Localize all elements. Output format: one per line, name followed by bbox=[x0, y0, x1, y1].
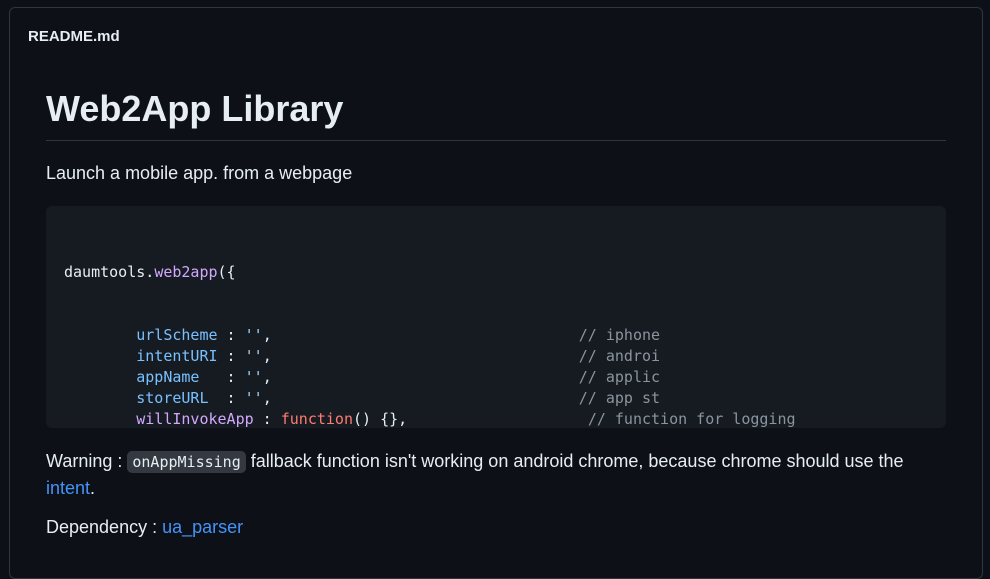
code-comment: // iphone bbox=[578, 326, 661, 344]
code-key: appName bbox=[136, 368, 200, 386]
code-value: '' bbox=[244, 347, 263, 365]
code-method: web2app bbox=[154, 263, 218, 281]
readme-filename: README.md bbox=[28, 28, 120, 45]
code-comment: // androi bbox=[578, 347, 661, 365]
code-sep: : bbox=[253, 410, 281, 428]
code-punct: , bbox=[262, 368, 579, 386]
page-title: Web2App Library bbox=[46, 88, 946, 141]
code-sep: : bbox=[217, 347, 245, 365]
dependency-prefix: Dependency : bbox=[46, 517, 163, 537]
dependency-paragraph: Dependency : ua_parser bbox=[46, 517, 946, 538]
code-value: '' bbox=[244, 368, 263, 386]
code-punct: () {}, bbox=[353, 410, 588, 428]
readme-container: README.md Web2App Library Launch a mobil… bbox=[9, 7, 983, 579]
warning-prefix: Warning : bbox=[46, 451, 128, 471]
code-punct: , bbox=[262, 347, 579, 365]
code-prop-line: willInvokeApp : function() {}, // functi… bbox=[64, 409, 946, 428]
code-key: intentURI bbox=[136, 347, 218, 365]
code-sep: : bbox=[217, 326, 245, 344]
code-sep: : bbox=[208, 389, 245, 407]
code-prop-line: urlScheme : '', // iphone bbox=[64, 325, 946, 346]
code-key: urlScheme bbox=[136, 326, 218, 344]
code-key: storeURL bbox=[136, 389, 209, 407]
warning-text: fallback function isn't working on andro… bbox=[245, 451, 904, 471]
inline-code-onappmissing: onAppMissing bbox=[127, 451, 246, 473]
code-comment: // function for logging bbox=[587, 410, 796, 428]
code-value: '' bbox=[244, 389, 263, 407]
code-comment: // applic bbox=[578, 368, 661, 386]
code-object: daumtools. bbox=[64, 263, 155, 281]
code-prop-line: appName : '', // applic bbox=[64, 367, 946, 388]
warning-paragraph: Warning : onAppMissing fallback function… bbox=[46, 448, 946, 501]
intent-link[interactable]: intent bbox=[46, 478, 90, 498]
code-block: daumtools.web2app({ urlScheme : '', // i… bbox=[46, 206, 946, 428]
code-line: daumtools.web2app({ bbox=[64, 262, 946, 283]
code-punct: , bbox=[262, 389, 579, 407]
code-prop-line: storeURL : '', // app st bbox=[64, 388, 946, 409]
readme-content: Web2App Library Launch a mobile app. fro… bbox=[46, 88, 946, 538]
code-sep: : bbox=[199, 368, 245, 386]
code-prop-line: intentURI : '', // androi bbox=[64, 346, 946, 367]
code-comment: // app st bbox=[578, 389, 661, 407]
code-punct: , bbox=[262, 326, 579, 344]
code-punct: ({ bbox=[217, 263, 236, 281]
code-key: willInvokeApp bbox=[136, 410, 254, 428]
code-value: '' bbox=[244, 326, 263, 344]
code-value: function bbox=[280, 410, 353, 428]
warning-suffix: . bbox=[90, 478, 96, 498]
ua-parser-link[interactable]: ua_parser bbox=[162, 517, 243, 537]
description-text: Launch a mobile app. from a webpage bbox=[46, 163, 353, 183]
